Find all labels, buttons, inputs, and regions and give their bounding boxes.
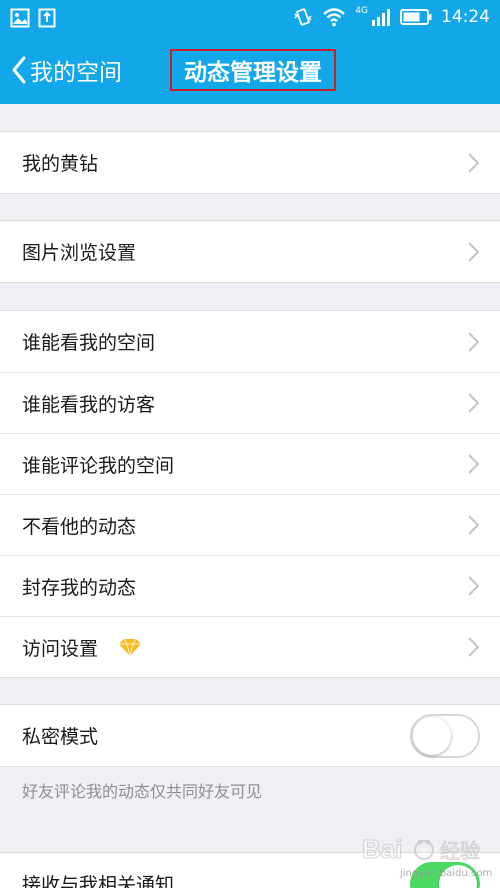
status-bar: 4G 14:24 (0, 0, 500, 36)
notification-icon (38, 8, 56, 28)
menu-item-archive-my-feed[interactable]: 封存我的动态 (0, 555, 500, 616)
page-title-highlight: 动态管理设置 (170, 49, 336, 91)
gallery-icon (10, 8, 30, 28)
nav-bar: 我的空间 动态管理设置 (0, 36, 500, 104)
vibrate-icon (294, 8, 312, 26)
svg-text:Bai: Bai (362, 834, 402, 864)
settings-group-vip: 我的黄钻 (0, 131, 500, 194)
private-mode-hint: 好友评论我的动态仅共同好友可见 (22, 782, 263, 801)
menu-item-label: 谁能看我的访客 (22, 393, 156, 416)
chevron-right-icon (468, 637, 480, 657)
menu-item-who-can-view-space[interactable]: 谁能看我的空间 (0, 311, 500, 372)
private-mode-toggle[interactable] (410, 713, 480, 758)
clock: 14:24 (441, 7, 490, 27)
signal-icon (372, 9, 390, 26)
menu-item-label: 谁能评论我的空间 (22, 454, 175, 477)
watermark-url: jingyan.baidu.com (400, 868, 493, 879)
battery-icon (400, 9, 432, 25)
back-button[interactable]: 我的空间 (10, 50, 122, 90)
chevron-right-icon (468, 241, 480, 262)
settings-group-privacy: 谁能看我的空间 谁能看我的访客 谁能评论我的空间 不看他的动态 封存我的动态 访… (0, 310, 500, 678)
chevron-right-icon (468, 576, 480, 596)
menu-item-label: 访问设置 (22, 637, 99, 660)
menu-item-photo-browse-settings[interactable]: 图片浏览设置 (0, 221, 500, 282)
chevron-right-icon (468, 331, 480, 352)
menu-item-label: 私密模式 (22, 726, 99, 748)
menu-item-label: 图片浏览设置 (22, 242, 137, 264)
settings-group-private-mode: 私密模式 (0, 704, 500, 767)
settings-group-photo: 图片浏览设置 (0, 220, 500, 283)
menu-item-who-can-comment[interactable]: 谁能评论我的空间 (0, 433, 500, 494)
menu-item-label: 谁能看我的空间 (22, 332, 156, 354)
menu-item-label: 不看他的动态 (22, 515, 137, 538)
wifi-icon (323, 8, 346, 27)
menu-item-access-settings[interactable]: 访问设置 (0, 616, 500, 677)
diamond-icon (119, 638, 142, 657)
menu-item-label: 接收与我相关通知 (22, 874, 175, 888)
menu-item-hide-their-feed[interactable]: 不看他的动态 (0, 494, 500, 555)
network-type-label: 4G (355, 6, 368, 16)
back-label: 我的空间 (30, 60, 122, 86)
menu-item-private-mode: 私密模式 (0, 705, 500, 766)
baidu-watermark-logo: Bai 经验 (362, 834, 481, 865)
menu-item-label: 我的黄钻 (22, 153, 99, 175)
menu-item-yellow-diamond[interactable]: 我的黄钻 (0, 132, 500, 193)
chevron-left-icon (12, 56, 26, 84)
svg-text:经验: 经验 (440, 839, 480, 863)
menu-item-who-can-view-visitors[interactable]: 谁能看我的访客 (0, 372, 500, 433)
toggle-knob (413, 716, 451, 755)
chevron-right-icon (468, 393, 480, 413)
chevron-right-icon (468, 152, 480, 173)
menu-item-label: 封存我的动态 (22, 576, 137, 599)
chevron-right-icon (468, 515, 480, 535)
chevron-right-icon (468, 454, 480, 474)
page-title: 动态管理设置 (184, 60, 322, 86)
